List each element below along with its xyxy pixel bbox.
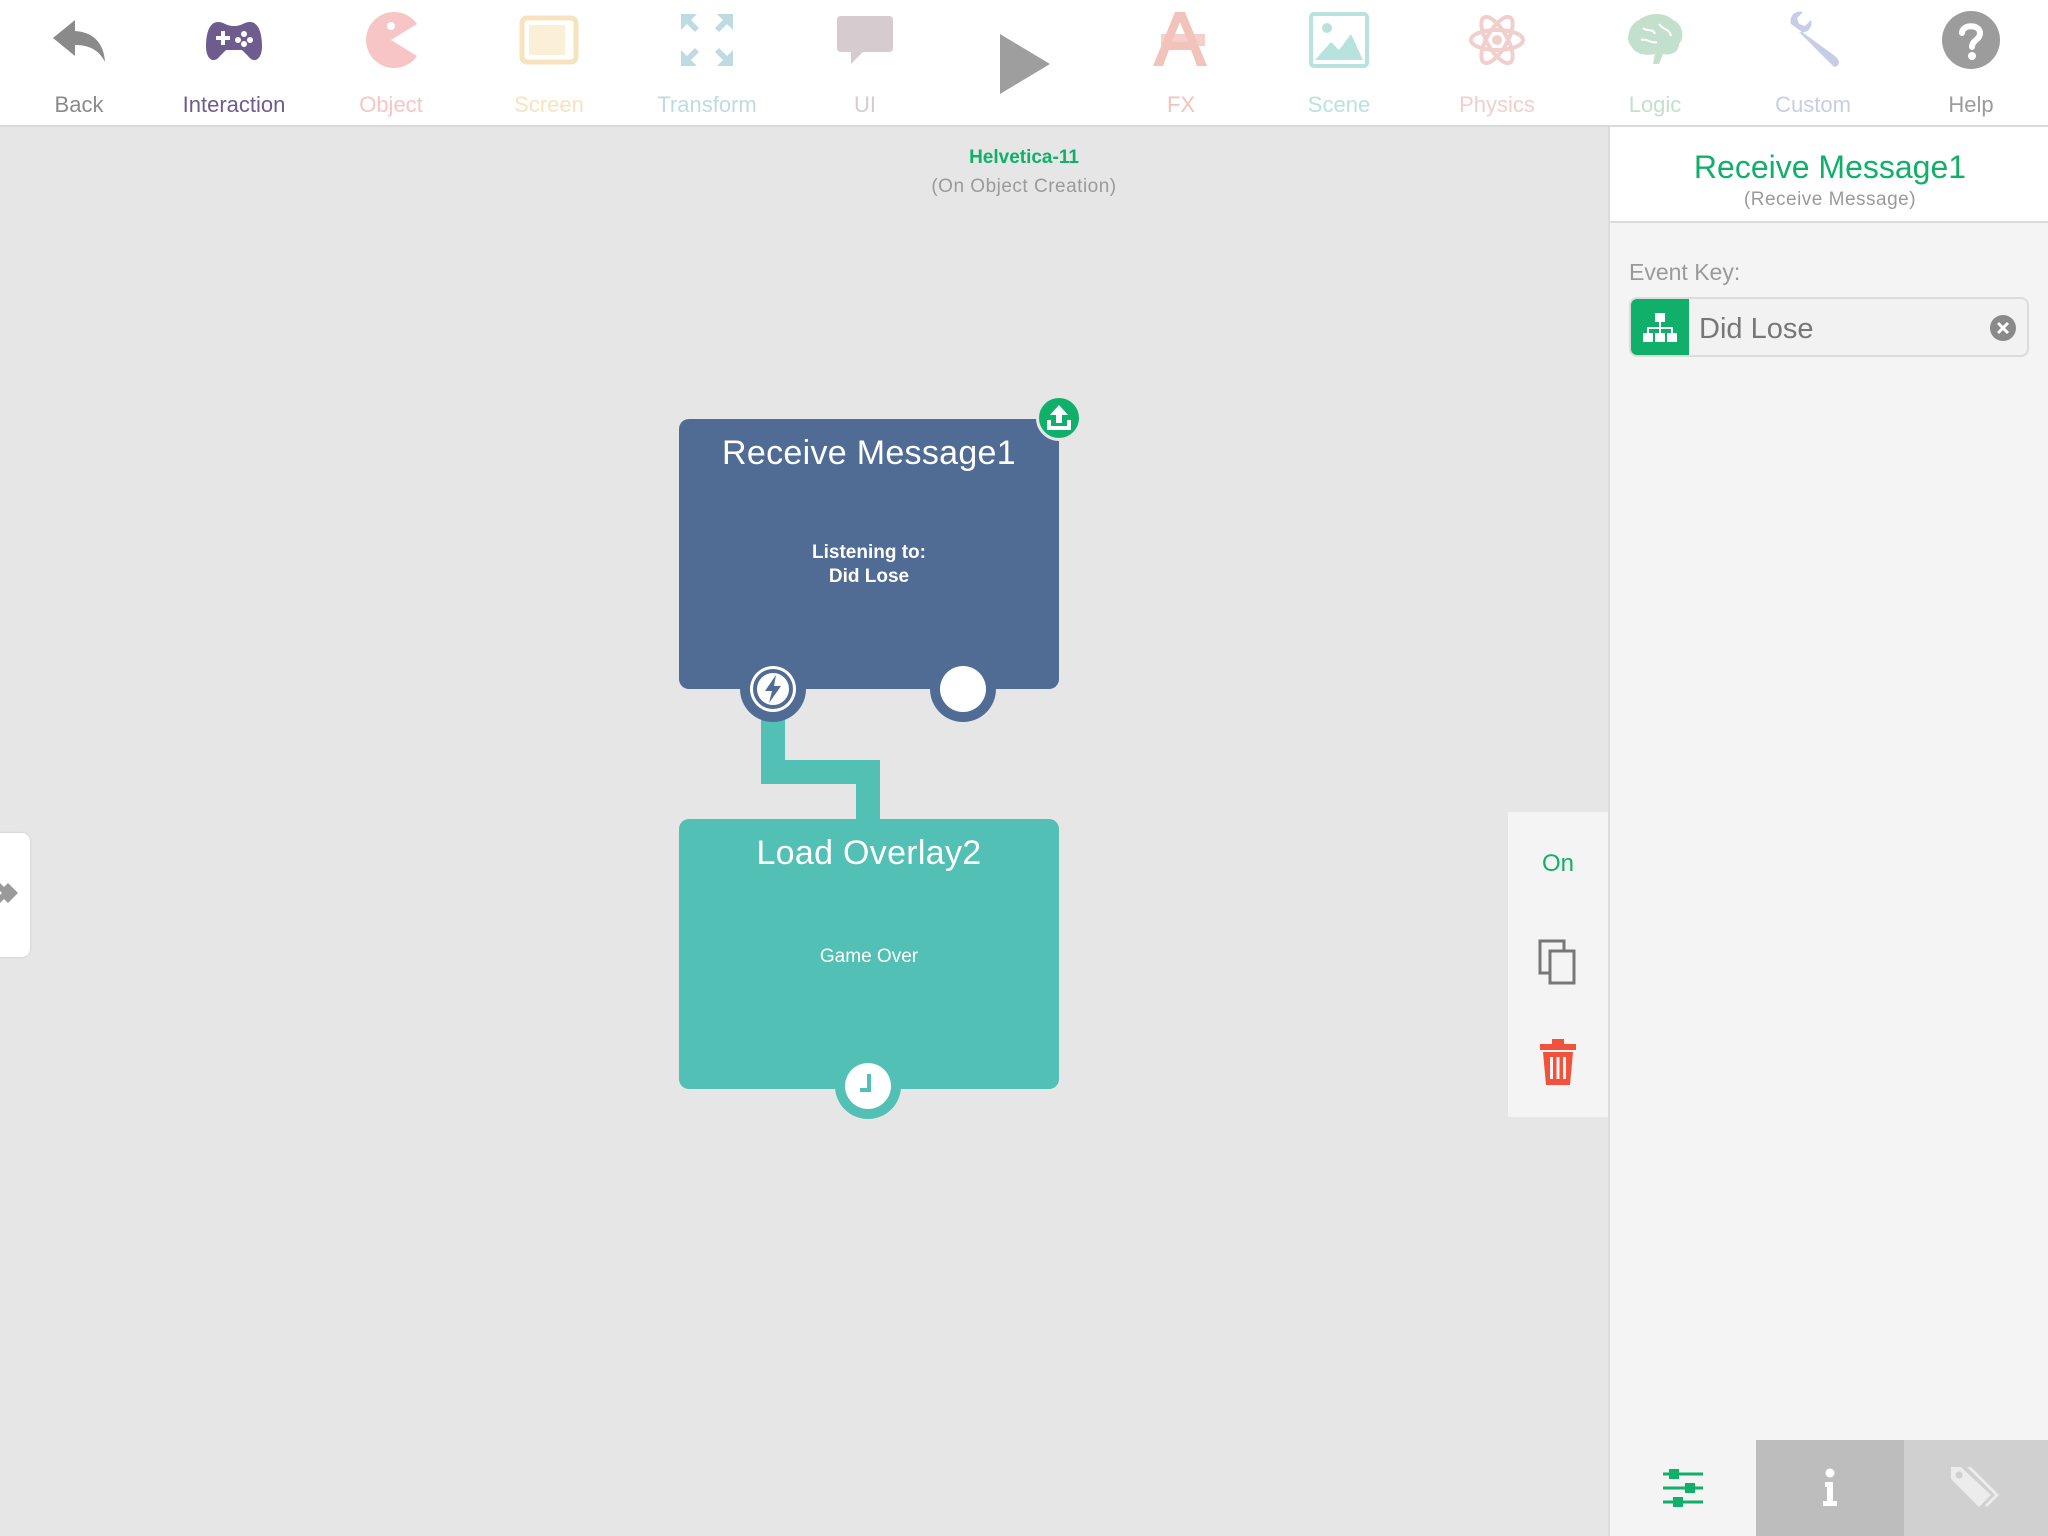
event-key-value[interactable]: Did Lose (1699, 313, 1813, 346)
info-icon (1823, 1468, 1837, 1506)
block-title: Receive Message1 (722, 434, 1016, 472)
atom-icon (1469, 14, 1525, 66)
question-circle-icon (1942, 11, 2000, 69)
trigger-port[interactable] (740, 656, 806, 722)
toolbar-transform-button[interactable]: Transform (628, 0, 786, 127)
tab-info[interactable] (1756, 1440, 1904, 1536)
toolbar-fx-button[interactable]: FX (1102, 0, 1260, 127)
toolbar-logic-button[interactable]: Logic (1576, 0, 1734, 127)
copy-icon[interactable] (1538, 939, 1578, 987)
tablet-icon (519, 15, 579, 65)
toolbar-back-button[interactable]: Back (0, 0, 158, 127)
toolbar-label: Screen (514, 92, 584, 117)
toolbar: Back Interaction Object Screen Transform… (0, 0, 2048, 127)
fx-icon (1153, 12, 1207, 66)
chevron-right-icon (0, 883, 18, 903)
output-port[interactable] (930, 656, 996, 722)
toolbar-custom-button[interactable]: Custom (1734, 0, 1892, 127)
toolbar-interaction-button[interactable]: Interaction (155, 0, 313, 127)
play-icon[interactable] (986, 28, 1058, 100)
block-title: Load Overlay2 (756, 834, 982, 872)
brain-icon (1628, 14, 1683, 64)
toolbar-label: Help (1948, 92, 1994, 117)
owner-name: Helvetica-11 (969, 147, 1079, 168)
toolbar-physics-button[interactable]: Physics (1418, 0, 1576, 127)
wrench-icon (1790, 11, 1839, 67)
inspector-subtitle: (Receive Message) (1743, 189, 1917, 210)
lightning-icon (753, 669, 793, 709)
toolbar-object-button[interactable]: Object (312, 0, 470, 127)
block-action-strip: On (1508, 812, 1608, 1117)
block-detail-value: Did Lose (828, 566, 910, 587)
clear-icon[interactable] (1989, 314, 2017, 342)
tab-parameters[interactable] (1610, 1440, 1756, 1536)
upload-tray-icon (1047, 405, 1071, 430)
toolbar-scene-button[interactable]: Scene (1260, 0, 1418, 127)
toolbar-label: Transform (657, 92, 757, 117)
toolbar-label: Scene (1307, 92, 1371, 117)
sliders-icon (1663, 1469, 1703, 1507)
toolbar-label: Custom (1775, 92, 1851, 117)
inspector-header: Receive Message1 (Receive Message) (1610, 127, 2048, 223)
enable-toggle[interactable]: On (1508, 850, 1608, 878)
event-key-label: Event Key: (1629, 259, 1741, 285)
toolbar-label: Interaction (182, 92, 286, 117)
toolbar-label: Back (54, 92, 104, 117)
back-arrow-icon (53, 20, 105, 62)
behavior-canvas[interactable]: Helvetica-11 (On Object Creation) Receiv… (0, 127, 1608, 1536)
hierarchy-icon (1643, 313, 1677, 342)
block-detail-value: Game Over (819, 946, 919, 967)
gamepad-icon (206, 22, 262, 61)
toolbar-label: FX (1166, 92, 1196, 117)
toolbar-screen-button[interactable]: Screen (470, 0, 628, 127)
speech-bubble-icon (837, 16, 893, 64)
event-key-field[interactable]: Did Lose (1629, 297, 2029, 357)
tab-tags[interactable] (1904, 1440, 2048, 1536)
tag-icon (1951, 1467, 1999, 1507)
inspector-panel: Receive Message1 (Receive Message) Event… (1608, 127, 2048, 1536)
clock-icon (860, 1074, 871, 1092)
behavior-drawer-handle[interactable] (0, 833, 30, 957)
toolbar-label: Object (359, 92, 423, 117)
arrows-expand-icon (681, 14, 733, 66)
toolbar-label: UI (854, 92, 876, 117)
inspector-tabs (1610, 1440, 2048, 1536)
pacman-icon (366, 11, 417, 68)
toolbar-label: Physics (1459, 92, 1535, 117)
block-detail-line: Listening to: Did Lose (679, 541, 1059, 589)
inspector-title: Receive Message1 (1693, 149, 1967, 185)
toolbar-label: Logic (1628, 92, 1682, 117)
receive-message-block[interactable]: Receive Message1 Listening to: Did Lose (679, 419, 1059, 689)
timer-port[interactable] (835, 1053, 901, 1119)
export-badge[interactable] (1036, 395, 1082, 441)
toolbar-ui-button[interactable]: UI (786, 0, 944, 127)
trash-icon[interactable] (1538, 1037, 1578, 1087)
event-key-badge[interactable] (1631, 299, 1689, 355)
toolbar-help-button[interactable]: Help (1892, 0, 2048, 127)
landscape-image-icon (1309, 12, 1369, 68)
owner-event: (On Object Creation) (931, 176, 1117, 197)
block-detail-label: Listening to: (812, 542, 926, 563)
load-overlay-block[interactable]: Load Overlay2 Game Over (679, 819, 1059, 1089)
